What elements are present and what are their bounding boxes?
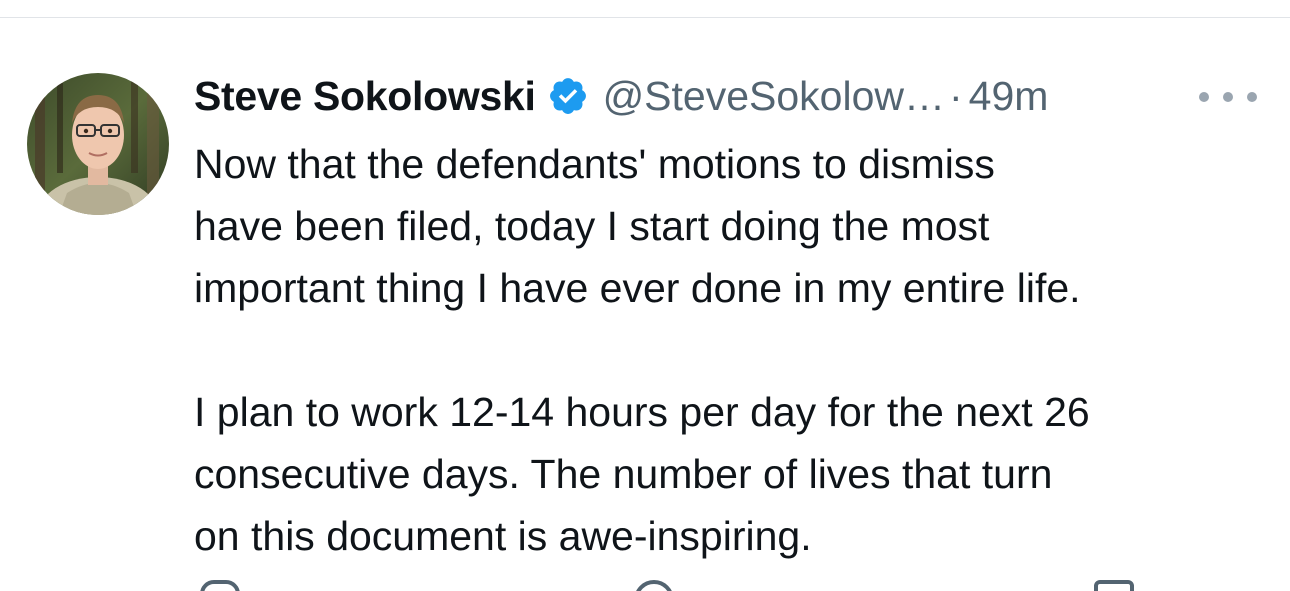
tweet-line: important thing I have ever done in my e… [194,265,1081,311]
avatar[interactable] [27,73,169,215]
tweet-line: have been filed, today I start doing the… [194,203,990,249]
tweet-line: on this document is awe-inspiring. [194,513,812,559]
more-dot [1223,92,1233,102]
tweet-line: I plan to work 12-14 hours per day for t… [194,389,1090,435]
user-handle[interactable]: @SteveSokolow… [603,73,945,120]
tweet-line: Now that the defendants' motions to dism… [194,141,995,187]
top-divider [0,17,1290,18]
display-name[interactable]: Steve Sokolowski [194,73,536,120]
separator-dot: · [949,72,963,119]
verified-badge-icon[interactable] [547,75,589,117]
timestamp[interactable]: 49m [969,73,1049,120]
like-icon [634,580,674,591]
bookmark-icon [1094,580,1134,591]
tweet-header: Steve Sokolowski @SteveSokolow… · 49m [194,66,1048,126]
tweet-line: consecutive days. The number of lives th… [194,451,1053,497]
tweet-text: Now that the defendants' motions to dism… [194,133,1264,567]
more-dot [1247,92,1257,102]
reply-icon [200,580,240,591]
avatar-photo [27,73,169,215]
action-bar [194,580,1254,591]
more-options-icon[interactable] [1199,82,1257,112]
tweet-page: Steve Sokolowski @SteveSokolow… · 49m No… [0,0,1290,591]
more-dot [1199,92,1209,102]
